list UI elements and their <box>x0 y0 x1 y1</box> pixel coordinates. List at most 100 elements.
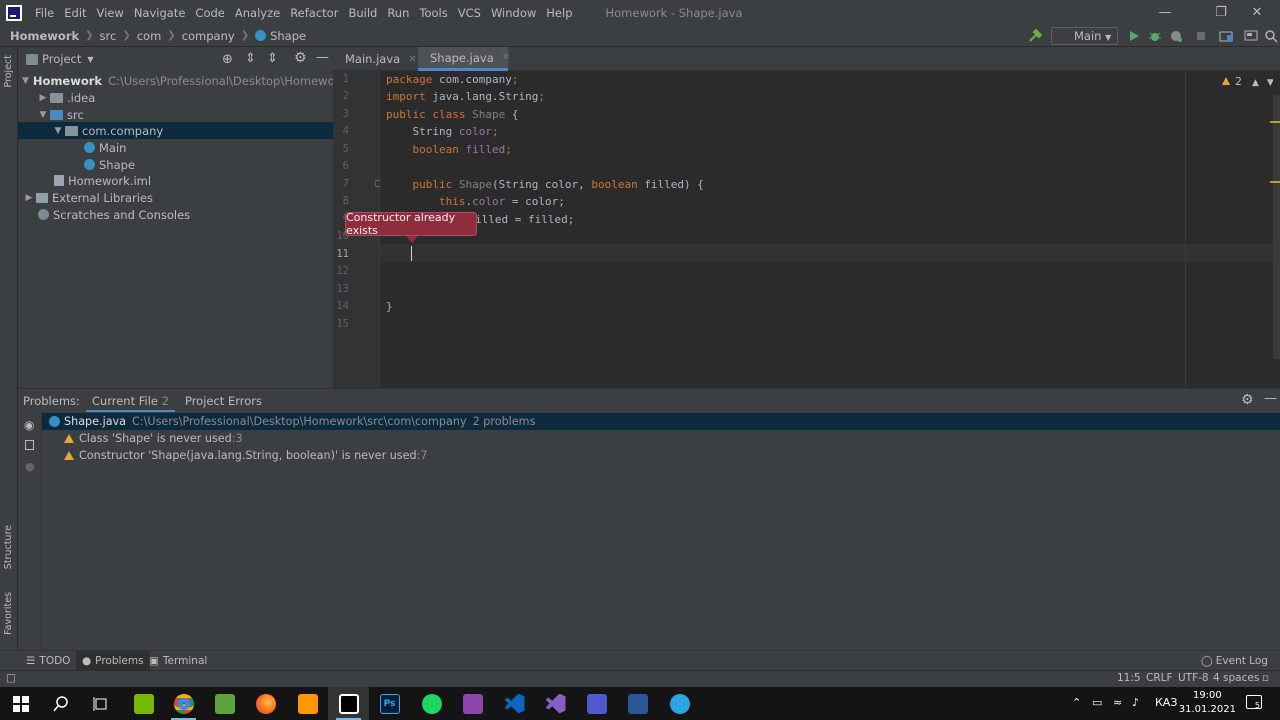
tree-item-com-company[interactable]: ▼ com.company <box>18 122 333 139</box>
chevron-down-icon[interactable]: ▼ <box>87 55 93 64</box>
tab-main-java[interactable]: Main.java ✕ <box>333 47 417 71</box>
hide-panel-icon[interactable]: — <box>316 50 329 65</box>
nvidia-app[interactable] <box>123 687 164 720</box>
error-stripe-mark[interactable] <box>1270 121 1280 123</box>
build-hammer-icon[interactable] <box>1028 29 1042 43</box>
menu-refactor[interactable]: Refactor <box>285 6 343 20</box>
run-configuration-select[interactable]: Main ▼ <box>1051 27 1118 45</box>
notification-icon[interactable]: 5 <box>1246 695 1262 710</box>
todo-tool-button[interactable]: ☰ TODO <box>20 651 76 671</box>
chevron-down-icon[interactable]: ▼ <box>51 126 65 136</box>
volume-icon[interactable]: ♪ <box>1132 696 1139 709</box>
menu-build[interactable]: Build <box>343 6 382 20</box>
debug-icon[interactable] <box>1148 29 1162 43</box>
battery-icon[interactable]: ▭ <box>1092 696 1102 709</box>
breadcrumb-com[interactable]: com <box>137 29 162 43</box>
menu-vcs[interactable]: VCS <box>453 6 486 20</box>
tree-item-idea[interactable]: ▶ .idea <box>18 89 333 106</box>
expand-all-icon[interactable]: ⇕ <box>245 51 256 66</box>
lock-icon[interactable]: ▫ <box>1262 672 1269 684</box>
event-log-button[interactable]: ◯ Event Log <box>1195 651 1274 671</box>
menu-window[interactable]: Window <box>486 6 541 20</box>
problem-row[interactable]: Constructor 'Shape(java.lang.String, boo… <box>42 447 1280 464</box>
editor-scrollbar[interactable] <box>1273 71 1280 388</box>
line-separator[interactable]: CRLF <box>1146 672 1173 684</box>
tree-item-homework-iml[interactable]: Homework.iml <box>18 172 333 189</box>
input-language[interactable]: КАЗ <box>1155 696 1177 709</box>
chevron-right-icon[interactable]: ▶ <box>36 93 50 103</box>
tree-item-scratches[interactable]: Scratches and Consoles <box>18 206 333 223</box>
teams-app[interactable] <box>576 687 617 720</box>
inspection-widget[interactable]: 2 ▲ ▼ <box>1222 75 1274 88</box>
problems-tool-button[interactable]: ● Problems <box>76 651 150 671</box>
run-icon[interactable] <box>1127 29 1141 43</box>
tree-item-external-libraries[interactable]: ▶ External Libraries <box>18 189 333 206</box>
menu-edit[interactable]: Edit <box>59 6 91 20</box>
tab-current-file[interactable]: Current File 2 <box>85 389 175 413</box>
breadcrumb-company[interactable]: company <box>182 29 235 43</box>
menu-run[interactable]: Run <box>382 6 414 20</box>
terminal-tool-button[interactable]: ▣ Terminal <box>143 651 213 671</box>
breadcrumb-homework[interactable]: Homework <box>10 29 79 43</box>
start-button[interactable] <box>0 687 41 720</box>
unknown-app[interactable] <box>452 687 493 720</box>
chevron-down-icon[interactable]: ▼ <box>36 110 50 120</box>
presentation-icon[interactable] <box>1244 29 1258 43</box>
problem-file-row[interactable]: Shape.java C:\Users\Professional\Desktop… <box>42 413 1280 430</box>
project-structure-icon[interactable] <box>1219 29 1233 43</box>
structure-tool-button[interactable]: Structure <box>3 525 14 569</box>
problem-row[interactable]: Class 'Shape' is never used :3 <box>42 430 1280 447</box>
eye-icon[interactable]: ◉ <box>24 418 34 432</box>
menu-file[interactable]: File <box>30 6 59 20</box>
tree-item-shape[interactable]: Shape <box>18 156 333 173</box>
tree-item-src[interactable]: ▼ src <box>18 106 333 123</box>
layout-icon[interactable]: □ <box>6 672 16 684</box>
search-button[interactable] <box>40 687 81 720</box>
close-tab-icon[interactable]: ✕ <box>502 52 510 63</box>
menu-analyze[interactable]: Analyze <box>230 6 285 20</box>
breadcrumb-src[interactable]: src <box>100 29 117 43</box>
close-tab-icon[interactable]: ✕ <box>408 54 416 65</box>
locate-icon[interactable]: ⊕ <box>222 52 233 67</box>
menu-code[interactable]: Code <box>190 6 229 20</box>
intellij-app[interactable] <box>328 687 369 720</box>
project-tool-button[interactable]: Project <box>3 55 14 88</box>
chevron-up-icon[interactable]: ▲ <box>1252 78 1259 88</box>
collapse-all-icon[interactable]: ⇕ <box>267 51 278 66</box>
task-view-button[interactable] <box>80 687 121 720</box>
hide-panel-icon[interactable]: — <box>1264 391 1277 406</box>
wifi-icon[interactable]: ≈ <box>1113 696 1122 709</box>
tab-shape-java[interactable]: Shape.java ✕ <box>418 47 510 71</box>
gear-icon[interactable]: ⚙ <box>294 50 307 66</box>
search-icon[interactable] <box>1264 29 1278 43</box>
tab-project-errors[interactable]: Project Errors <box>179 389 268 413</box>
chevron-up-icon[interactable]: ⌃ <box>1072 696 1081 709</box>
firefox-app[interactable] <box>245 687 286 720</box>
caret-position[interactable]: 11:5 <box>1117 672 1141 684</box>
code-editor[interactable]: package com.company; import java.lang.St… <box>380 71 1273 388</box>
stop-icon[interactable] <box>1194 29 1208 43</box>
vscode-app[interactable] <box>494 687 535 720</box>
favorites-tool-button[interactable]: Favorites <box>3 592 14 635</box>
scrollbar-thumb[interactable] <box>1273 95 1280 359</box>
chrome-app[interactable] <box>163 687 204 720</box>
chevron-right-icon[interactable]: ▶ <box>22 193 36 203</box>
project-panel-title[interactable]: Project <box>42 52 81 66</box>
close-icon[interactable]: ✕ <box>1234 0 1280 25</box>
menu-tools[interactable]: Tools <box>414 6 452 20</box>
error-stripe-mark[interactable] <box>1270 181 1280 183</box>
photoshop-app[interactable]: Ps <box>369 687 410 720</box>
telegram-app[interactable] <box>659 687 700 720</box>
minimize-icon[interactable]: — <box>1142 0 1188 25</box>
tree-item-homework[interactable]: ▼ Homework C:\Users\Professional\Desktop… <box>18 72 346 89</box>
tree-item-main[interactable]: Main <box>18 139 333 156</box>
indent-setting[interactable]: 4 spaces <box>1213 672 1259 684</box>
chevron-down-icon[interactable]: ▼ <box>22 76 29 86</box>
visual-studio-app[interactable] <box>535 687 576 720</box>
breadcrumb-shape[interactable]: Shape <box>270 29 306 43</box>
sublime-app[interactable] <box>287 687 328 720</box>
gear-icon[interactable]: ⚙ <box>1241 392 1254 408</box>
menu-help[interactable]: Help <box>541 6 577 20</box>
coverage-icon[interactable] <box>1169 29 1183 43</box>
preview-icon[interactable] <box>25 440 34 450</box>
